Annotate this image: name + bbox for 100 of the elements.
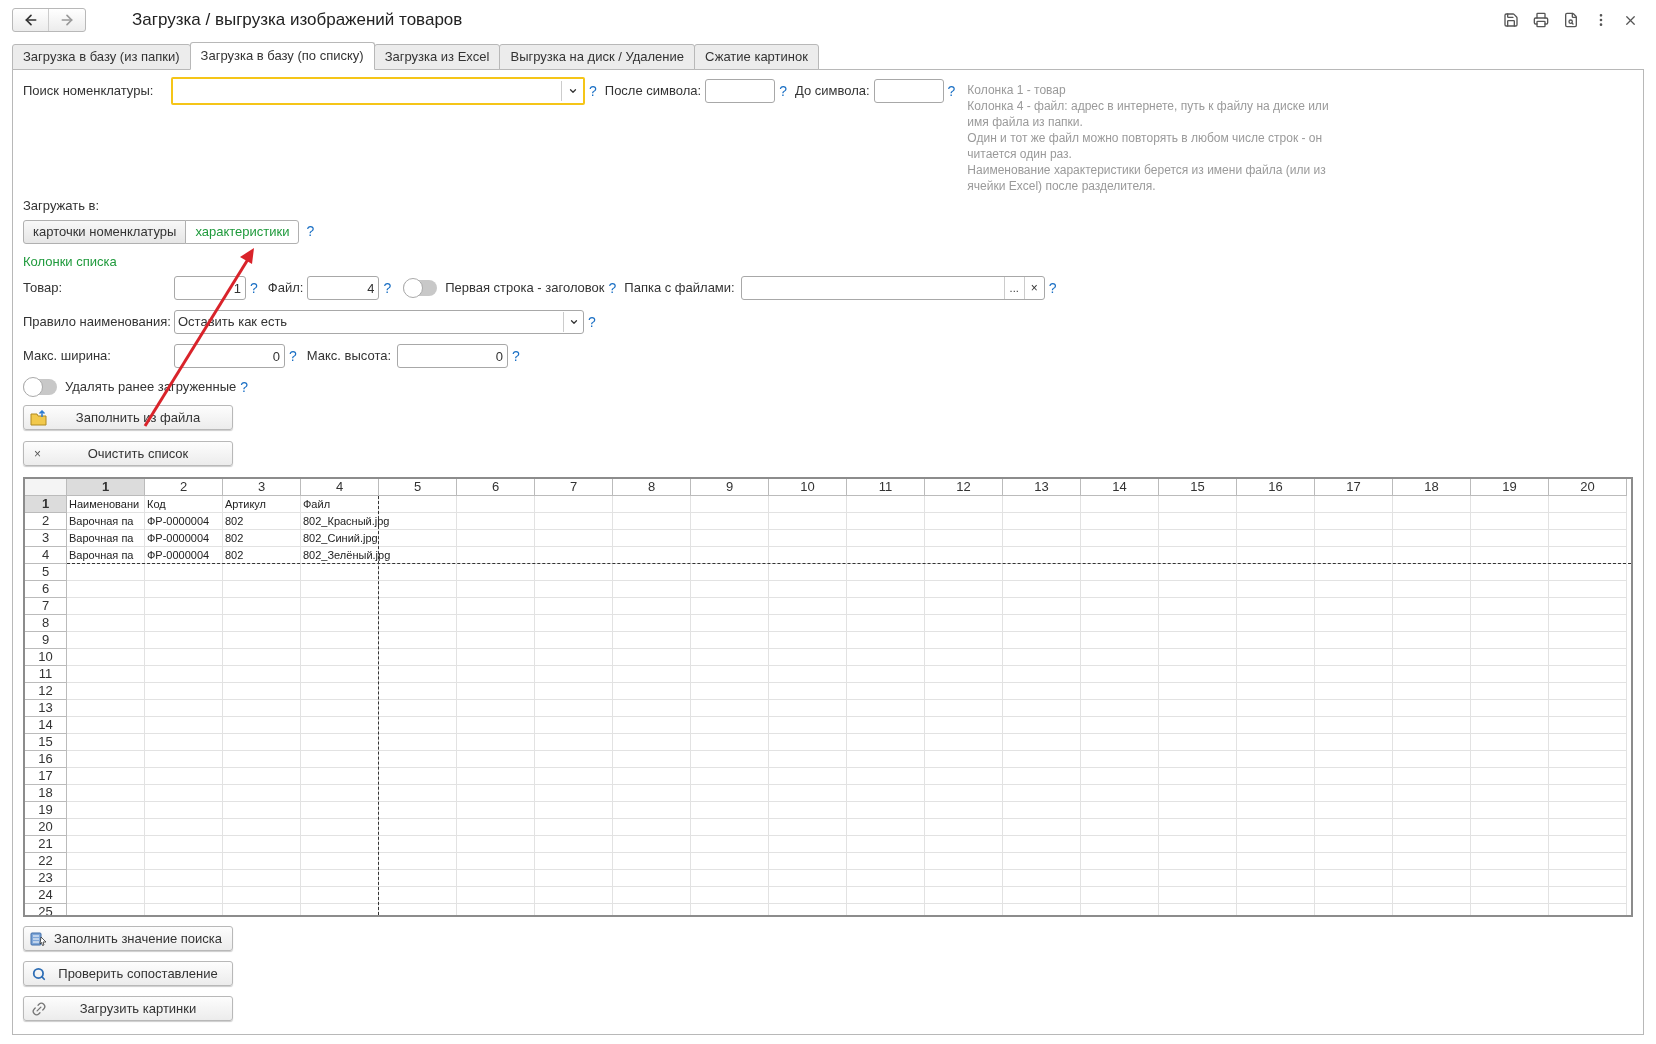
row-header[interactable]: 10 xyxy=(25,649,67,666)
column-header[interactable]: 14 xyxy=(1081,479,1159,496)
column-header[interactable]: 12 xyxy=(925,479,1003,496)
help-link[interactable]: ? xyxy=(236,376,253,398)
sheet-corner[interactable] xyxy=(25,479,67,496)
row-header[interactable]: 20 xyxy=(25,819,67,836)
help-link[interactable]: ? xyxy=(775,80,791,102)
tab[interactable]: Загрузка из Excel xyxy=(373,44,501,70)
field-label: Поиск номенклатуры: xyxy=(23,82,155,101)
help-link[interactable]: ? xyxy=(1044,277,1061,299)
row-header[interactable]: 14 xyxy=(25,717,67,734)
segment-option[interactable]: характеристики xyxy=(185,219,300,244)
column-header[interactable]: 10 xyxy=(769,479,847,496)
help-link[interactable]: ? xyxy=(246,277,262,299)
table-cell-text: 802_Красный.jpg xyxy=(303,514,390,529)
max-height-field[interactable]: 0 xyxy=(397,344,509,368)
column-header[interactable]: 2 xyxy=(145,479,223,496)
help-link[interactable]: ? xyxy=(604,277,621,299)
table-cell-text: 802 xyxy=(225,531,244,546)
tab[interactable]: Загрузка в базу (из папки) xyxy=(12,44,191,70)
row-header[interactable]: 3 xyxy=(25,530,67,547)
browse-button[interactable]: ... xyxy=(1003,277,1024,299)
clear-button[interactable]: × xyxy=(1023,277,1044,299)
toggle-switch[interactable] xyxy=(403,280,438,296)
row-header[interactable]: 18 xyxy=(25,785,67,802)
before-symbol-field[interactable] xyxy=(873,79,944,103)
max-width-field[interactable]: 0 xyxy=(174,344,285,368)
tab[interactable]: Загрузка в базу (по списку) xyxy=(189,42,375,70)
action-button[interactable]: Проверить сопоставление xyxy=(23,961,233,986)
segment-option[interactable]: карточки номенклатуры xyxy=(23,219,187,244)
save-icon[interactable] xyxy=(1503,12,1519,28)
section-title: Колонки списка xyxy=(23,252,118,271)
row-header[interactable]: 16 xyxy=(25,751,67,768)
row-header[interactable]: 19 xyxy=(25,802,67,819)
column-header[interactable]: 3 xyxy=(223,479,301,496)
column-header[interactable]: 9 xyxy=(691,479,769,496)
table-cell-text: ФР-0000004 xyxy=(147,548,210,563)
table-cell-text: ФР-0000004 xyxy=(147,531,210,546)
column-header[interactable]: 13 xyxy=(1003,479,1081,496)
column-header[interactable]: 7 xyxy=(535,479,613,496)
table-cell-text: Варочная па xyxy=(69,548,134,563)
print-icon[interactable] xyxy=(1533,12,1549,28)
row-header[interactable]: 11 xyxy=(25,666,67,683)
hint-text: Колонка 4 - файл: адрес в интернете, путь к файлу на диске или имя файла из папки. xyxy=(967,98,1330,130)
field-label: До символа: xyxy=(794,82,870,101)
column-header[interactable]: 6 xyxy=(457,479,535,496)
row-header[interactable]: 1 xyxy=(25,496,67,513)
row-header[interactable]: 15 xyxy=(25,734,67,751)
column-header[interactable]: 8 xyxy=(613,479,691,496)
row-header[interactable]: 17 xyxy=(25,768,67,785)
action-button[interactable]: × Очистить список xyxy=(23,441,233,466)
row-header[interactable]: 8 xyxy=(25,615,67,632)
toggle-switch[interactable] xyxy=(23,379,57,395)
action-button[interactable]: Загрузить картинки xyxy=(23,996,233,1021)
after-symbol-field[interactable] xyxy=(705,79,776,103)
column-header[interactable]: 16 xyxy=(1237,479,1315,496)
row-header[interactable]: 6 xyxy=(25,581,67,598)
file-column-field[interactable]: 4 xyxy=(307,276,380,300)
column-header[interactable]: 1 xyxy=(67,479,145,496)
field-label: Макс. высота: xyxy=(306,347,392,366)
row-header[interactable]: 23 xyxy=(25,870,67,887)
column-header[interactable]: 19 xyxy=(1471,479,1549,496)
help-link[interactable]: ? xyxy=(584,311,600,333)
column-header[interactable]: 17 xyxy=(1315,479,1393,496)
row-header[interactable]: 4 xyxy=(25,547,67,564)
column-header[interactable]: 11 xyxy=(847,479,925,496)
help-link[interactable]: ? xyxy=(508,345,524,367)
table-cell-text: 802 xyxy=(225,548,244,563)
column-header[interactable]: 18 xyxy=(1393,479,1471,496)
column-header[interactable]: 15 xyxy=(1159,479,1237,496)
folder-icon xyxy=(30,409,48,426)
row-header[interactable]: 7 xyxy=(25,598,67,615)
column-header[interactable]: 5 xyxy=(379,479,457,496)
search-icon xyxy=(32,966,46,981)
row-header[interactable]: 9 xyxy=(25,632,67,649)
product-column-field[interactable]: 1 xyxy=(174,276,246,300)
preview-icon[interactable] xyxy=(1563,12,1579,28)
tab[interactable]: Выгрузка на диск / Удаление xyxy=(499,44,696,70)
row-header[interactable]: 13 xyxy=(25,700,67,717)
row-header[interactable]: 22 xyxy=(25,853,67,870)
help-link[interactable]: ? xyxy=(379,277,396,299)
row-header[interactable]: 12 xyxy=(25,683,67,700)
action-button[interactable]: Заполнить значение поиска xyxy=(23,926,233,951)
field-label: Товар: xyxy=(23,279,63,298)
help-link[interactable]: ? xyxy=(285,345,301,367)
help-link[interactable]: ? xyxy=(943,80,960,102)
help-link[interactable]: ? xyxy=(585,80,601,102)
row-header[interactable]: 5 xyxy=(25,564,67,581)
row-header[interactable]: 2 xyxy=(25,513,67,530)
row-header[interactable]: 21 xyxy=(25,836,67,853)
table-cell-text: 802_Зелёный.jpg xyxy=(303,548,391,563)
table-cell-text: Артикул xyxy=(225,497,266,512)
column-header[interactable]: 4 xyxy=(301,479,379,496)
row-header[interactable]: 24 xyxy=(25,887,67,904)
folder-field[interactable]: ... × xyxy=(740,276,1045,300)
help-link[interactable]: ? xyxy=(302,223,319,239)
column-header[interactable]: 20 xyxy=(1549,479,1627,496)
dropdown-icon xyxy=(568,317,579,327)
tab[interactable]: Сжатие картинок xyxy=(694,44,819,70)
search-combobox[interactable] xyxy=(171,77,585,105)
